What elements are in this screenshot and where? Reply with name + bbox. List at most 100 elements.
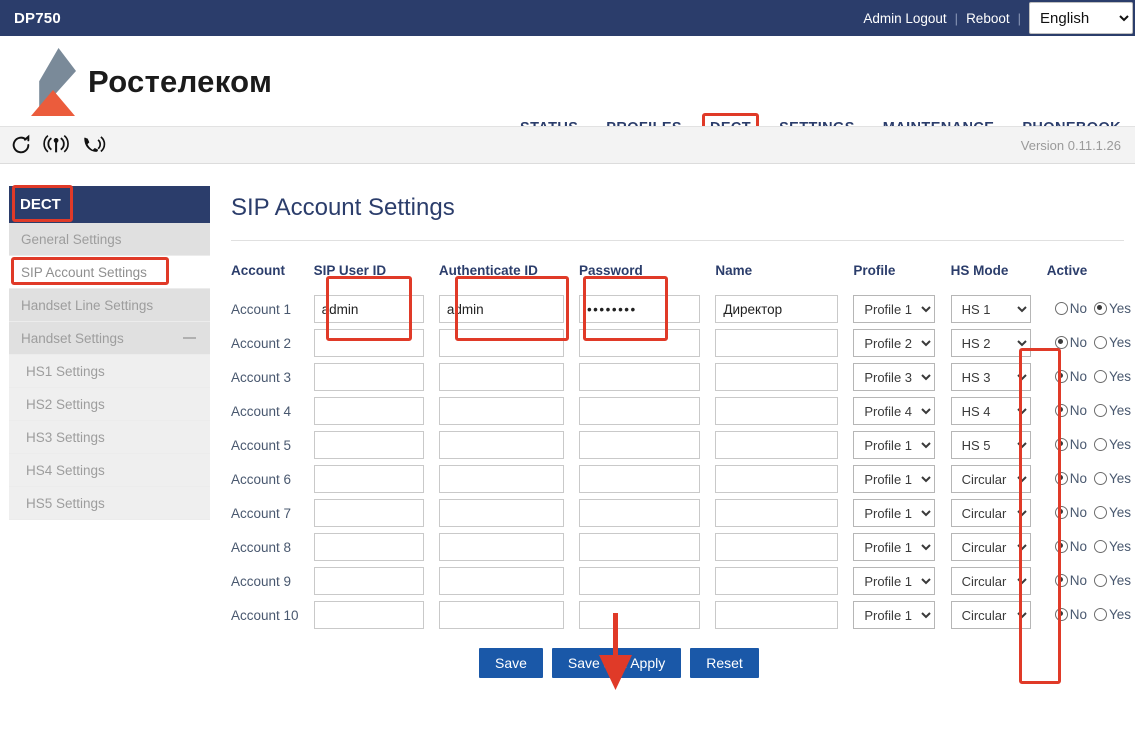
admin-logout-link[interactable]: Admin Logout [855,11,954,26]
active-no-radio[interactable] [1054,369,1068,383]
active-yes-radio[interactable] [1093,335,1107,349]
profile-select[interactable]: Profile 1 [853,567,936,595]
authenticate-id-input[interactable] [438,533,564,561]
save-button[interactable]: Save [479,648,543,678]
profile-select[interactable]: Profile 1 [853,601,936,629]
active-yes-group[interactable]: Yes [1093,505,1131,520]
active-no-group[interactable]: No [1054,539,1087,554]
sip-user-id-input[interactable] [313,499,424,527]
authenticate-id-input[interactable] [438,601,564,629]
profile-select[interactable]: Profile 1 [853,465,936,493]
profile-select[interactable]: Profile 1 [853,499,936,527]
active-no-group[interactable]: No [1054,505,1087,520]
active-no-radio[interactable] [1054,505,1068,519]
active-no-group[interactable]: No [1054,301,1087,316]
hs-mode-select[interactable]: HS 4 [950,397,1032,425]
active-no-group[interactable]: No [1054,369,1087,384]
active-yes-group[interactable]: Yes [1093,437,1131,452]
active-no-group[interactable]: No [1054,573,1087,588]
minus-icon[interactable] [183,337,196,339]
password-input[interactable] [578,397,701,425]
active-no-group[interactable]: No [1054,335,1087,350]
active-no-group[interactable]: No [1054,437,1087,452]
hs-mode-select[interactable]: Circular [950,499,1032,527]
password-input[interactable] [578,363,701,391]
hs-mode-select[interactable]: HS 2 [950,329,1032,357]
active-yes-radio[interactable] [1093,301,1107,315]
name-input[interactable] [715,567,839,595]
sip-user-id-input[interactable] [313,295,424,323]
sip-user-id-input[interactable] [313,329,424,357]
active-yes-radio[interactable] [1093,539,1107,553]
profile-select[interactable]: Profile 1 [853,431,936,459]
password-input[interactable] [578,329,701,357]
active-yes-group[interactable]: Yes [1093,573,1131,588]
active-no-radio[interactable] [1054,573,1068,587]
active-yes-group[interactable]: Yes [1093,539,1131,554]
authenticate-id-input[interactable] [438,567,564,595]
sip-user-id-input[interactable] [313,533,424,561]
sip-user-id-input[interactable] [313,363,424,391]
sip-user-id-input[interactable] [313,601,424,629]
active-no-radio[interactable] [1054,403,1068,417]
active-yes-radio[interactable] [1093,505,1107,519]
active-no-group[interactable]: No [1054,607,1087,622]
language-select[interactable]: English [1029,2,1133,34]
active-yes-radio[interactable] [1093,573,1107,587]
active-yes-radio[interactable] [1093,437,1107,451]
authenticate-id-input[interactable] [438,363,564,391]
sidebar-item-general-settings[interactable]: General Settings [9,223,210,256]
active-no-group[interactable]: No [1054,403,1087,418]
authenticate-id-input[interactable] [438,295,564,323]
profile-select[interactable]: Profile 2 [853,329,936,357]
active-yes-group[interactable]: Yes [1093,301,1131,316]
active-no-radio[interactable] [1054,539,1068,553]
hs-mode-select[interactable]: Circular [950,533,1032,561]
active-yes-radio[interactable] [1093,403,1107,417]
name-input[interactable] [715,363,839,391]
name-input[interactable] [715,431,839,459]
name-input[interactable] [715,465,839,493]
name-input[interactable] [715,397,839,425]
password-input[interactable] [578,431,701,459]
name-input[interactable] [715,533,839,561]
sip-user-id-input[interactable] [313,431,424,459]
hs-mode-select[interactable]: Circular [950,465,1032,493]
antenna-signal-icon[interactable] [42,134,70,156]
hs-mode-select[interactable]: HS 1 [950,295,1032,323]
sidebar-item-hs3-settings[interactable]: HS3 Settings [9,421,210,454]
active-no-radio[interactable] [1054,335,1068,349]
refresh-icon[interactable] [10,134,32,156]
active-no-radio[interactable] [1054,301,1068,315]
phone-ringing-icon[interactable] [80,134,106,156]
sidebar-item-hs2-settings[interactable]: HS2 Settings [9,388,210,421]
password-input[interactable] [578,499,701,527]
active-yes-group[interactable]: Yes [1093,403,1131,418]
reset-button[interactable]: Reset [690,648,759,678]
sidebar-item-handset-settings[interactable]: Handset Settings [9,322,210,355]
profile-select[interactable]: Profile 1 [853,295,936,323]
active-no-group[interactable]: No [1054,471,1087,486]
authenticate-id-input[interactable] [438,329,564,357]
hs-mode-select[interactable]: Circular [950,567,1032,595]
active-yes-group[interactable]: Yes [1093,607,1131,622]
active-yes-radio[interactable] [1093,369,1107,383]
password-input[interactable] [578,601,701,629]
password-input[interactable] [578,295,701,323]
profile-select[interactable]: Profile 1 [853,533,936,561]
active-no-radio[interactable] [1054,437,1068,451]
authenticate-id-input[interactable] [438,465,564,493]
password-input[interactable] [578,533,701,561]
sidebar-item-handset-line-settings[interactable]: Handset Line Settings [9,289,210,322]
sip-user-id-input[interactable] [313,397,424,425]
name-input[interactable] [715,601,839,629]
profile-select[interactable]: Profile 3 [853,363,936,391]
sip-user-id-input[interactable] [313,465,424,493]
active-yes-radio[interactable] [1093,471,1107,485]
sip-user-id-input[interactable] [313,567,424,595]
authenticate-id-input[interactable] [438,499,564,527]
hs-mode-select[interactable]: HS 5 [950,431,1032,459]
hs-mode-select[interactable]: HS 3 [950,363,1032,391]
hs-mode-select[interactable]: Circular [950,601,1032,629]
active-no-radio[interactable] [1054,607,1068,621]
